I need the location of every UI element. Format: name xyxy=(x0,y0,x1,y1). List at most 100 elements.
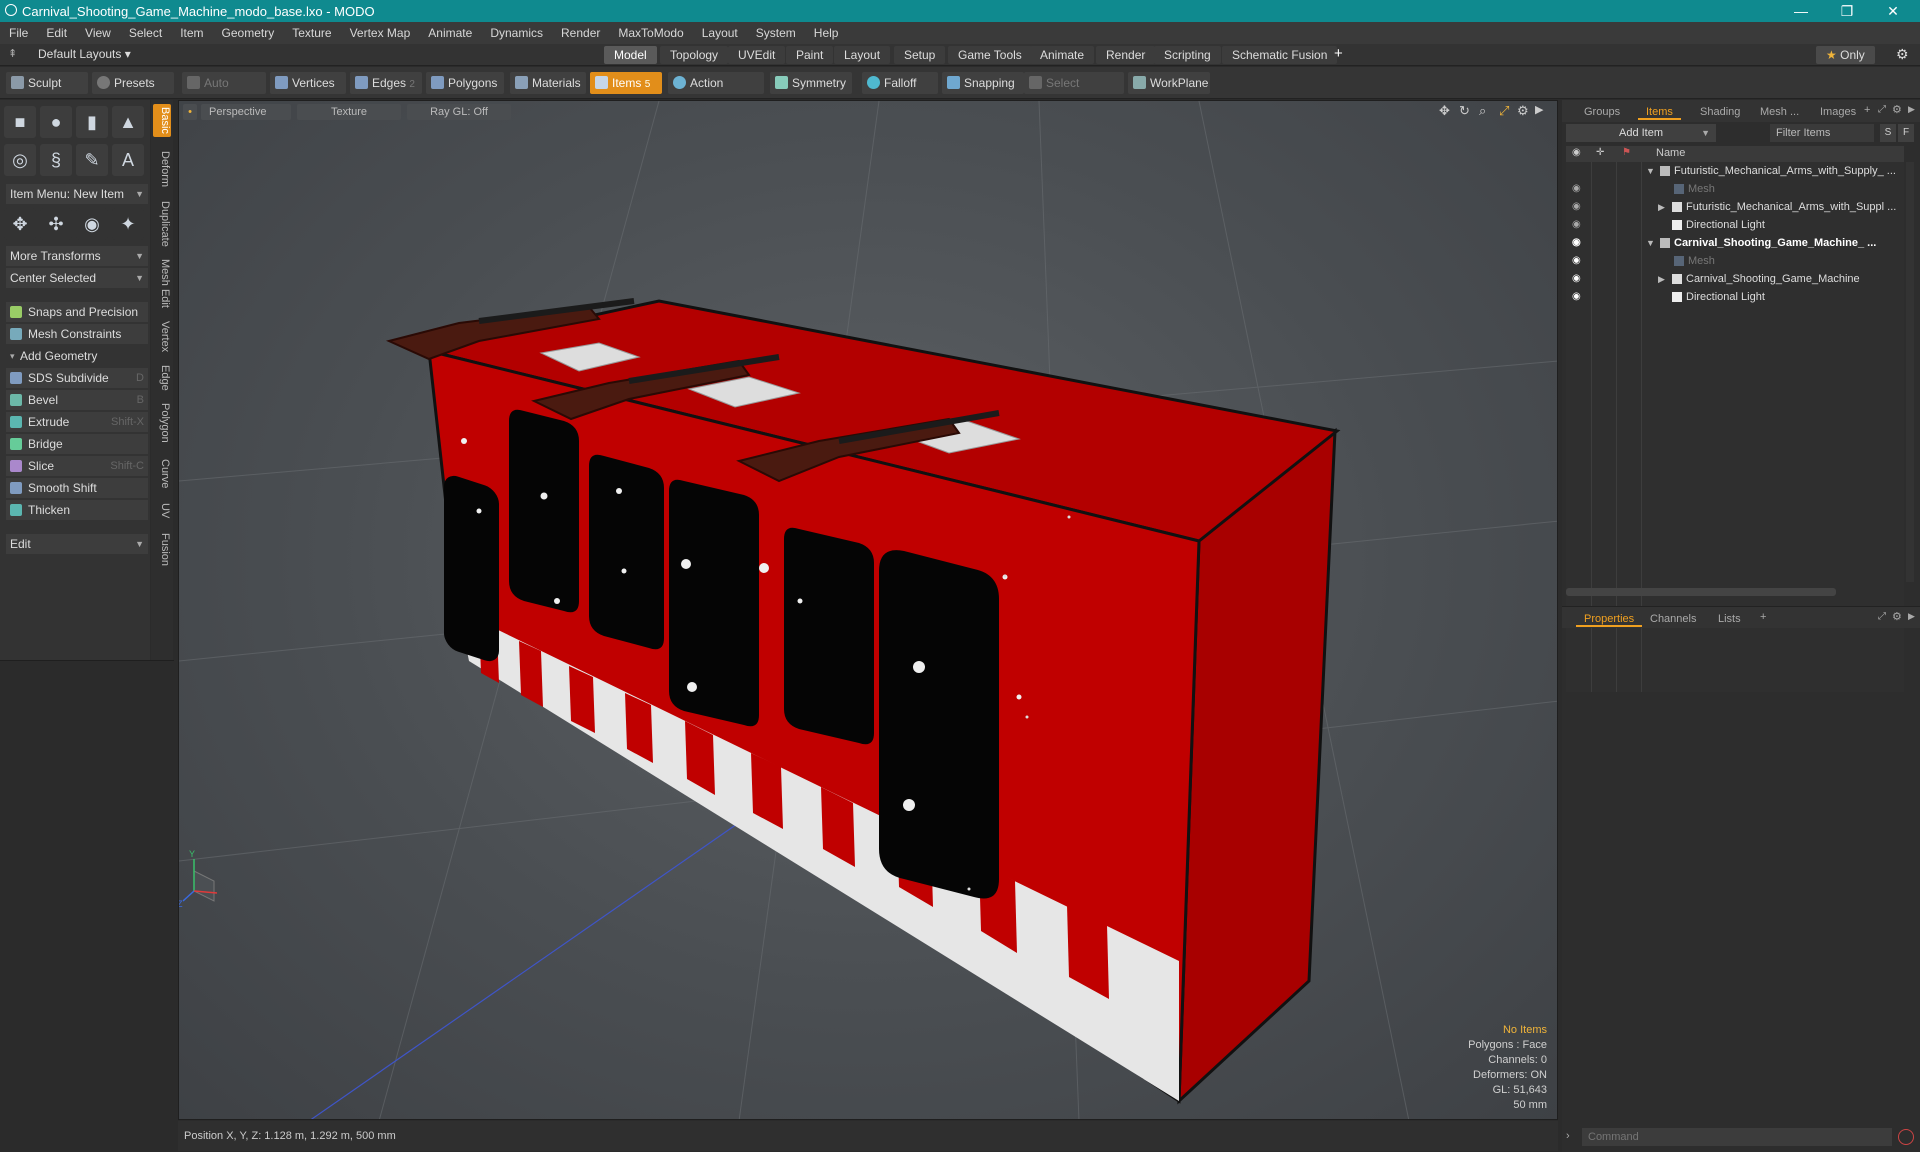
name-column-header[interactable]: Name xyxy=(1656,147,1685,159)
menu-animate[interactable]: Animate xyxy=(419,26,481,40)
bevel-button[interactable]: Bevel B xyxy=(6,390,148,410)
expand-arrow-icon[interactable]: ▼ xyxy=(1646,162,1655,180)
filter-items-input[interactable]: Filter Items xyxy=(1770,124,1874,142)
tab-vertex[interactable]: Vertex xyxy=(153,318,171,355)
add-layout-tab-button[interactable]: + xyxy=(1334,45,1343,62)
tab-setup[interactable]: Setup xyxy=(894,46,946,64)
cylinder-primitive-icon[interactable]: ▮ xyxy=(76,106,108,138)
scale-transform-icon[interactable]: ◉ xyxy=(76,208,108,240)
tree-item-carnival-mesh[interactable]: ◉ ▶ Carnival_Shooting_Game_Machine xyxy=(1566,270,1906,288)
tab-uv[interactable]: UV xyxy=(153,500,171,521)
tab-deform[interactable]: Deform xyxy=(153,148,171,190)
pen-tool-icon[interactable]: ✎ xyxy=(76,144,108,176)
more-transforms-dropdown[interactable]: More Transforms ▼ xyxy=(6,246,148,266)
panel-menu-icon[interactable]: ▶ xyxy=(1908,611,1915,622)
expand-arrow-icon[interactable]: ▼ xyxy=(1646,234,1655,252)
menu-edit[interactable]: Edit xyxy=(37,26,76,40)
tab-scripting[interactable]: Scripting xyxy=(1154,46,1221,64)
tab-basic[interactable]: Basic xyxy=(153,104,171,137)
smooth-shift-button[interactable]: Smooth Shift xyxy=(6,478,148,498)
maximize-button[interactable]: ❐ xyxy=(1824,0,1870,22)
tab-lists[interactable]: Lists xyxy=(1710,611,1749,627)
menu-file[interactable]: File xyxy=(0,26,37,40)
layout-toggle-icon[interactable]: ⇞ xyxy=(8,47,17,60)
menu-texture[interactable]: Texture xyxy=(283,26,340,40)
tab-game-tools[interactable]: Game Tools xyxy=(948,46,1032,64)
sculpt-button[interactable]: Sculpt xyxy=(6,72,88,94)
workplane-button[interactable]: WorkPlane xyxy=(1128,72,1210,94)
menu-dynamics[interactable]: Dynamics xyxy=(481,26,552,40)
sphere-primitive-icon[interactable]: ● xyxy=(40,106,72,138)
add-tab-icon[interactable]: + xyxy=(1864,104,1870,116)
cone-primitive-icon[interactable]: ▲ xyxy=(112,106,144,138)
tree-item-arms-mesh[interactable]: ◉ ▶ Futuristic_Mechanical_Arms_with_Supp… xyxy=(1566,198,1906,216)
tab-schematic-fusion[interactable]: Schematic Fusion xyxy=(1222,46,1338,64)
tab-groups[interactable]: Groups xyxy=(1576,104,1628,120)
visibility-eye-icon[interactable]: ◉ xyxy=(1572,273,1584,285)
add-item-dropdown[interactable]: Add Item ▼ xyxy=(1566,124,1716,142)
tab-animate[interactable]: Animate xyxy=(1030,46,1095,64)
snaps-precision-button[interactable]: Snaps and Precision xyxy=(6,302,148,322)
add-geometry-header[interactable]: ▾ Add Geometry xyxy=(6,346,148,366)
vertical-scrollbar[interactable] xyxy=(1906,162,1914,582)
only-toggle[interactable]: ★ Only xyxy=(1816,46,1875,64)
menu-maxtomodo[interactable]: MaxToModo xyxy=(609,26,692,40)
polygons-button[interactable]: Polygons xyxy=(426,72,504,94)
auto-select-button[interactable]: Auto Select xyxy=(182,72,266,112)
items-button[interactable]: Items 5 xyxy=(590,72,662,94)
s-filter-button[interactable]: S xyxy=(1880,124,1896,142)
menu-view[interactable]: View xyxy=(76,26,120,40)
presets-button[interactable]: Presets F6 xyxy=(92,72,174,112)
panel-gear-icon[interactable]: ⚙ xyxy=(1892,103,1902,116)
tab-mesh[interactable]: Mesh ... xyxy=(1752,104,1807,120)
tab-paint[interactable]: Paint xyxy=(786,46,834,64)
minimize-button[interactable]: — xyxy=(1778,0,1824,22)
extrude-button[interactable]: Extrude Shift-X xyxy=(6,412,148,432)
tab-polygon[interactable]: Polygon xyxy=(153,400,171,446)
tab-properties[interactable]: Properties xyxy=(1576,611,1643,627)
tab-topology[interactable]: Topology xyxy=(660,46,729,64)
tab-uvedit[interactable]: UVEdit xyxy=(728,46,786,64)
menu-help[interactable]: Help xyxy=(805,26,848,40)
tree-item-mesh[interactable]: ◉ Mesh xyxy=(1566,252,1906,270)
tree-item-arms-scene[interactable]: ▼ Futuristic_Mechanical_Arms_with_Supply… xyxy=(1566,162,1906,180)
tab-duplicate[interactable]: Duplicate xyxy=(153,198,171,250)
tab-edge[interactable]: Edge xyxy=(153,362,171,394)
expand-panel-icon[interactable]: ⤢ xyxy=(1878,611,1886,622)
expand-arrow-icon[interactable]: ▶ xyxy=(1658,198,1665,216)
horizontal-scrollbar[interactable] xyxy=(1566,588,1836,596)
menu-geometry[interactable]: Geometry xyxy=(213,26,284,40)
tree-item-light[interactable]: ◉ Directional Light xyxy=(1566,216,1906,234)
tab-channels[interactable]: Channels xyxy=(1642,611,1704,627)
render-column-icon[interactable]: ⚑ xyxy=(1622,147,1631,158)
cube-primitive-icon[interactable]: ■ xyxy=(4,106,36,138)
symmetry-button[interactable]: Symmetry xyxy=(770,72,852,94)
tree-item-light[interactable]: ◉ Directional Light xyxy=(1566,288,1906,306)
mesh-constraints-button[interactable]: Mesh Constraints xyxy=(6,324,148,344)
panel-menu-icon[interactable]: ▶ xyxy=(1908,104,1915,115)
action-center-button[interactable]: Action Center xyxy=(668,72,764,112)
materials-button[interactable]: Materials xyxy=(510,72,586,94)
lock-column-icon[interactable]: ✛ xyxy=(1596,147,1604,158)
tab-images[interactable]: Images xyxy=(1812,104,1864,120)
default-layouts-dropdown[interactable]: Default Layouts ▾ xyxy=(38,47,131,61)
tab-render[interactable]: Render xyxy=(1096,46,1156,64)
add-tab-icon[interactable]: + xyxy=(1760,611,1766,623)
close-button[interactable]: ✕ xyxy=(1870,0,1916,22)
expand-arrow-icon[interactable]: ▶ xyxy=(1658,270,1665,288)
menu-render[interactable]: Render xyxy=(552,26,609,40)
select-through-button[interactable]: Select Through xyxy=(1024,72,1124,112)
edit-dropdown[interactable]: Edit ▼ xyxy=(6,534,148,554)
torus-primitive-icon[interactable]: ◎ xyxy=(4,144,36,176)
command-input[interactable] xyxy=(1582,1128,1892,1146)
menu-system[interactable]: System xyxy=(747,26,805,40)
tab-layout[interactable]: Layout xyxy=(834,46,891,64)
visibility-column-icon[interactable]: ◉ xyxy=(1572,147,1581,158)
visibility-eye-icon[interactable]: ◉ xyxy=(1572,237,1584,249)
bridge-button[interactable]: Bridge xyxy=(6,434,148,454)
f-filter-button[interactable]: F xyxy=(1898,124,1914,142)
snapping-button[interactable]: Snapping xyxy=(942,72,1024,94)
transform-tool-icon[interactable]: ✦ xyxy=(112,208,144,240)
edges-button[interactable]: Edges 2 xyxy=(350,72,422,94)
item-menu-dropdown[interactable]: Item Menu: New Item ▼ xyxy=(6,184,148,204)
